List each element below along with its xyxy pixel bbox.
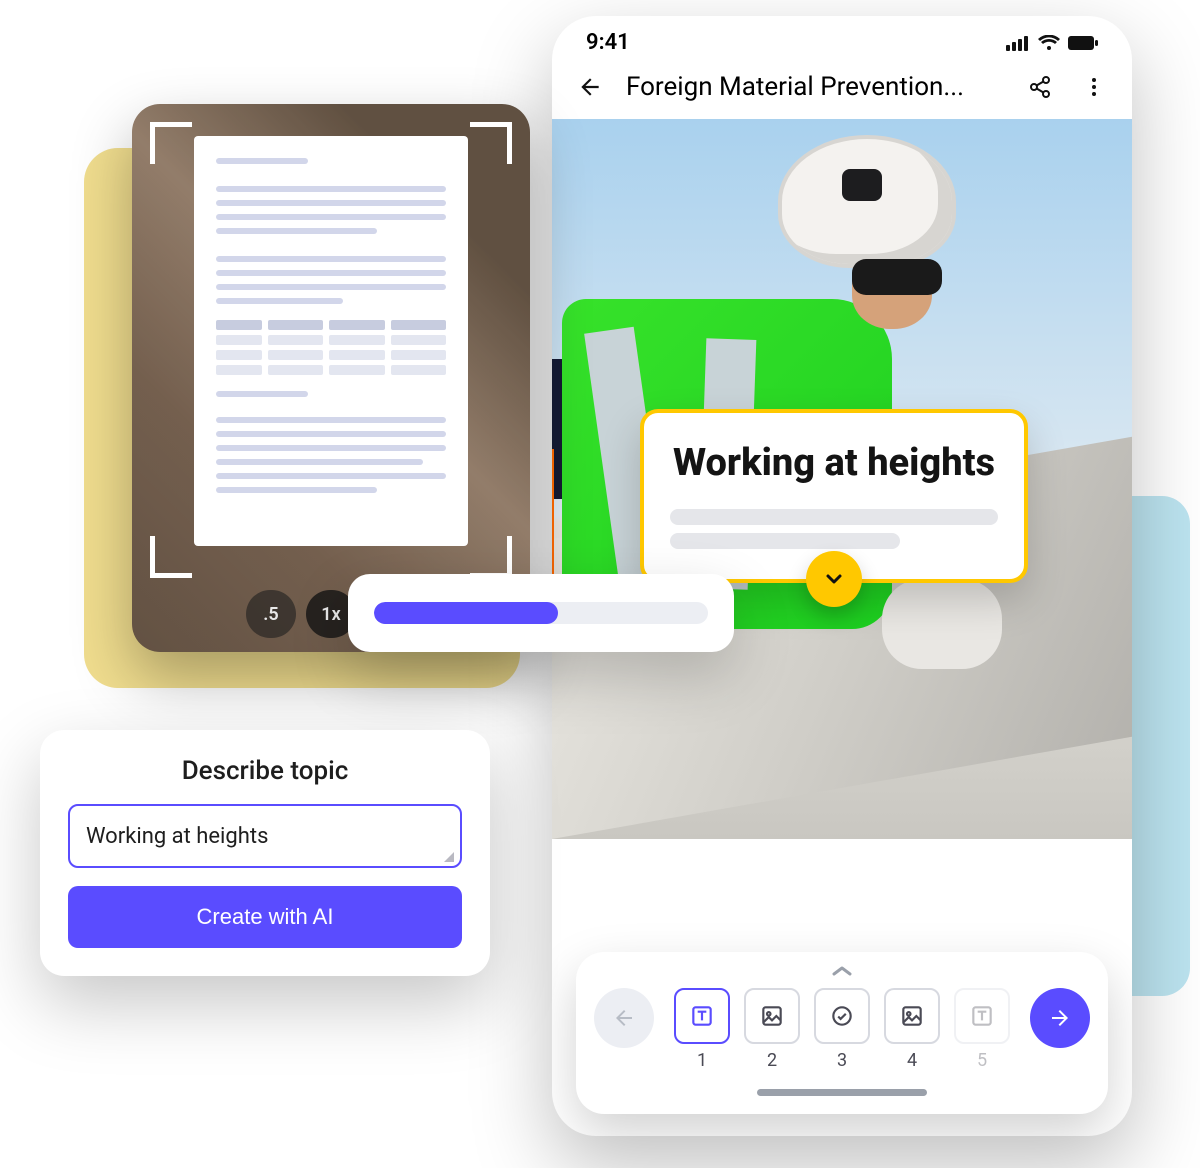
slide-number: 3 xyxy=(837,1050,847,1071)
next-slide-button[interactable] xyxy=(1030,988,1090,1048)
placeholder-line xyxy=(670,509,998,525)
slide-number: 4 xyxy=(907,1050,917,1071)
slide-item[interactable]: 3 xyxy=(814,988,870,1071)
page-title: Foreign Material Prevention... xyxy=(626,72,1004,102)
prev-slide-button[interactable] xyxy=(594,988,654,1048)
slide-number: 2 xyxy=(767,1050,777,1071)
more-button[interactable] xyxy=(1076,69,1112,105)
scan-frame-corner xyxy=(470,536,512,578)
topic-input-value: Working at heights xyxy=(86,824,268,849)
tray-expand-icon[interactable] xyxy=(594,960,1090,988)
describe-topic-card: Describe topic Working at heights Create… xyxy=(40,730,490,976)
placeholder-line xyxy=(670,533,900,549)
slide-thumb xyxy=(954,988,1010,1044)
phone-status-bar: 9:41 xyxy=(552,16,1132,61)
document-scanner: .51x2 xyxy=(132,104,530,652)
resize-icon xyxy=(444,852,454,862)
scan-frame-corner xyxy=(150,122,192,164)
phone-header: Foreign Material Prevention... xyxy=(552,61,1132,119)
topic-input[interactable]: Working at heights xyxy=(68,804,462,868)
progress-card xyxy=(348,574,734,652)
slide-number: 1 xyxy=(697,1050,707,1071)
progress-fill xyxy=(374,602,558,624)
slide-number: 5 xyxy=(977,1050,987,1071)
slide-thumb xyxy=(744,988,800,1044)
battery-icon xyxy=(1068,35,1098,51)
expand-button[interactable] xyxy=(806,551,862,607)
create-with-ai-button[interactable]: Create with AI xyxy=(68,886,462,948)
status-time: 9:41 xyxy=(586,30,630,55)
scan-frame-corner xyxy=(470,122,512,164)
share-button[interactable] xyxy=(1022,69,1058,105)
lesson-title: Working at heights xyxy=(670,441,998,487)
back-button[interactable] xyxy=(572,69,608,105)
slide-thumb xyxy=(814,988,870,1044)
home-indicator xyxy=(757,1089,927,1096)
slide-thumb xyxy=(674,988,730,1044)
slide-item[interactable]: 1 xyxy=(674,988,730,1071)
slide-list: 1 2 3 4 5 xyxy=(674,988,1010,1071)
status-icons xyxy=(1006,35,1098,51)
scanned-document xyxy=(194,136,468,546)
wifi-icon xyxy=(1038,35,1060,51)
slide-item[interactable]: 2 xyxy=(744,988,800,1071)
slide-thumb xyxy=(884,988,940,1044)
lesson-hero-image: Working at heights xyxy=(552,119,1132,839)
slide-item[interactable]: 5 xyxy=(954,988,1010,1071)
lesson-card: Working at heights xyxy=(640,409,1028,583)
signal-icon xyxy=(1006,35,1030,51)
topic-heading: Describe topic xyxy=(68,756,462,786)
progress-track xyxy=(374,602,708,624)
slide-tray: 1 2 3 4 5 xyxy=(576,952,1108,1114)
zoom-option[interactable]: .5 xyxy=(246,590,296,638)
scan-frame-corner xyxy=(150,536,192,578)
slide-item[interactable]: 4 xyxy=(884,988,940,1071)
button-label: Create with AI xyxy=(197,904,334,930)
